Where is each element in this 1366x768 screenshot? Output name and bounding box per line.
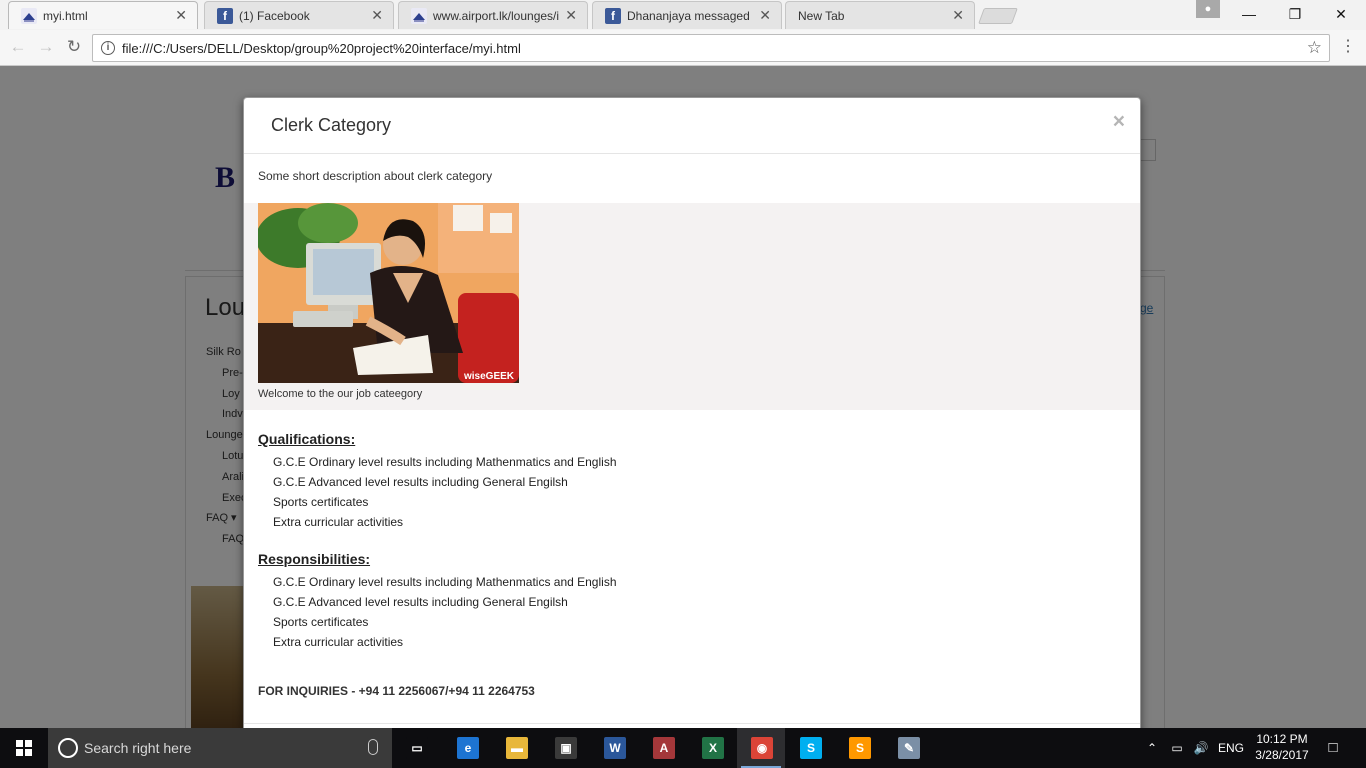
file-explorer-icon: ▬: [506, 737, 528, 759]
qualifications-title: Qualifications:: [258, 431, 356, 447]
chrome-menu-icon[interactable]: ⋮: [1340, 36, 1356, 60]
skype-icon: S: [800, 737, 822, 759]
paint-icon: ✎: [898, 737, 920, 759]
word-icon: W: [604, 737, 626, 759]
modal-title: Clerk Category: [271, 115, 392, 135]
profile-icon[interactable]: ●: [1196, 0, 1220, 18]
image-gallery: wiseGEEK Welcome to the our job cateegor…: [244, 203, 1140, 410]
browser-toolbar: ← → ↻ i file:///C:/Users/DELL/Desktop/gr…: [0, 30, 1366, 66]
task-view-icon: ▭: [406, 737, 428, 759]
browser-tab-2[interactable]: www.airport.lk/lounges/i ✕: [398, 1, 588, 29]
taskbar-skype-button[interactable]: S: [786, 728, 834, 768]
taskbar-task-view-button[interactable]: ▭: [392, 728, 440, 768]
taskbar-excel-button[interactable]: X: [688, 728, 736, 768]
page-viewport: B Lou ge Silk RoPre-LoyIndvLoungeLotuAra…: [0, 66, 1366, 728]
responsibilities-item: G.C.E Advanced level results including G…: [273, 595, 568, 609]
cortana-icon: [58, 738, 78, 758]
excel-icon: X: [702, 737, 724, 759]
taskbar-store-button[interactable]: ▣: [541, 728, 589, 768]
taskbar-sublime-button[interactable]: S: [835, 728, 883, 768]
browser-tab-3[interactable]: f Dhananjaya messaged yo ✕: [592, 1, 782, 29]
minimize-button[interactable]: —: [1226, 0, 1272, 30]
windows-logo-icon: [16, 740, 32, 756]
windows-taskbar: Search right here ▭ e ▬ ▣ W A X ◉ S S ✎ ⌃ ▭ 🔊 ENG …: [0, 728, 1366, 768]
edge-icon: e: [457, 737, 479, 759]
modal-close-button[interactable]: ×: [1113, 110, 1125, 134]
facebook-favicon-icon: f: [605, 8, 621, 24]
new-tab-button[interactable]: [978, 8, 1018, 24]
modal-header: Clerk Category ×: [244, 98, 1140, 154]
info-icon[interactable]: i: [101, 41, 115, 55]
tab-label[interactable]: New Tab: [798, 9, 946, 23]
taskbar-file-explorer-button[interactable]: ▬: [492, 728, 540, 768]
taskbar-clock[interactable]: 10:12 PM 3/28/2017: [1252, 731, 1312, 763]
language-indicator[interactable]: ENG: [1214, 728, 1248, 768]
network-icon[interactable]: ▭: [1166, 728, 1188, 768]
sublime-icon: S: [849, 737, 871, 759]
url-text[interactable]: file:///C:/Users/DELL/Desktop/group%20pr…: [122, 41, 521, 56]
tab-close-icon[interactable]: ✕: [952, 7, 964, 24]
facebook-favicon-icon: f: [217, 8, 233, 24]
clerk-photo-illustration: wiseGEEK: [258, 203, 519, 383]
back-icon[interactable]: ←: [6, 36, 30, 60]
taskbar-access-button[interactable]: A: [639, 728, 687, 768]
taskbar-word-button[interactable]: W: [590, 728, 638, 768]
reload-icon[interactable]: ↻: [62, 36, 86, 60]
inquiries-contact: FOR INQUIRIES - +94 11 2256067/+94 11 22…: [258, 684, 535, 698]
clock-time: 10:12 PM: [1256, 732, 1308, 746]
start-button[interactable]: [0, 728, 48, 768]
modal-description: Some short description about clerk categ…: [258, 169, 493, 183]
microphone-icon[interactable]: [368, 739, 378, 755]
tab-close-icon[interactable]: ✕: [565, 7, 577, 24]
responsibilities-item: Extra curricular activities: [273, 635, 404, 649]
browser-tab-0[interactable]: myi.html ✕: [8, 1, 198, 29]
qualifications-item: G.C.E Ordinary level results including M…: [273, 455, 617, 469]
modal-footer-divider: [244, 723, 1140, 724]
qualifications-item: Sports certificates: [273, 495, 369, 509]
airport-favicon-icon: [21, 8, 37, 24]
taskbar-chrome-button[interactable]: ◉: [737, 728, 785, 768]
responsibilities-item: G.C.E Ordinary level results including M…: [273, 575, 617, 589]
photo-watermark: wiseGEEK: [463, 371, 515, 382]
browser-tab-4[interactable]: New Tab ✕: [785, 1, 975, 29]
tab-label[interactable]: Dhananjaya messaged yo: [627, 9, 753, 23]
access-icon: A: [653, 737, 675, 759]
tab-label[interactable]: www.airport.lk/lounges/i: [433, 9, 559, 23]
taskbar-paint-button[interactable]: ✎: [884, 728, 932, 768]
tab-label[interactable]: myi.html: [43, 9, 169, 23]
clock-date: 3/28/2017: [1255, 748, 1309, 762]
qualifications-list: G.C.E Ordinary level results including M…: [273, 452, 617, 532]
tray-chevron-icon[interactable]: ⌃: [1142, 728, 1162, 768]
qualifications-item: Extra curricular activities: [273, 515, 404, 529]
responsibilities-list: G.C.E Ordinary level results including M…: [273, 572, 617, 652]
responsibilities-title: Responsibilities:: [258, 551, 371, 567]
bookmark-star-icon[interactable]: ☆: [1307, 38, 1322, 58]
volume-icon[interactable]: 🔊: [1190, 728, 1212, 768]
restore-button[interactable]: ❐: [1272, 0, 1318, 30]
browser-tab-1[interactable]: f (1) Facebook ✕: [204, 1, 394, 29]
tab-close-icon[interactable]: ✕: [371, 7, 383, 24]
clerk-category-modal: Clerk Category × Some short description …: [243, 97, 1141, 728]
action-center-icon[interactable]: □: [1320, 728, 1346, 768]
taskbar-search[interactable]: Search right here: [48, 728, 392, 768]
address-bar[interactable]: i file:///C:/Users/DELL/Desktop/group%20…: [92, 34, 1330, 62]
tab-strip: myi.html ✕ f (1) Facebook ✕ www.airport.lk/lo…: [0, 0, 1366, 30]
chrome-icon: ◉: [751, 737, 773, 759]
store-icon: ▣: [555, 737, 577, 759]
tab-close-icon[interactable]: ✕: [175, 7, 187, 24]
clerk-photo: wiseGEEK: [258, 203, 519, 383]
qualifications-item: G.C.E Advanced level results including G…: [273, 475, 568, 489]
taskbar-edge-button[interactable]: e: [443, 728, 491, 768]
tab-label[interactable]: (1) Facebook: [239, 9, 365, 23]
responsibilities-item: Sports certificates: [273, 615, 369, 629]
tab-close-icon[interactable]: ✕: [759, 7, 771, 24]
photo-caption: Welcome to the our job cateegory: [258, 388, 423, 400]
taskbar-search-placeholder[interactable]: Search right here: [84, 740, 191, 756]
forward-icon[interactable]: →: [34, 36, 58, 60]
close-window-button[interactable]: ✕: [1318, 0, 1364, 30]
airport-favicon-icon: [411, 8, 427, 24]
